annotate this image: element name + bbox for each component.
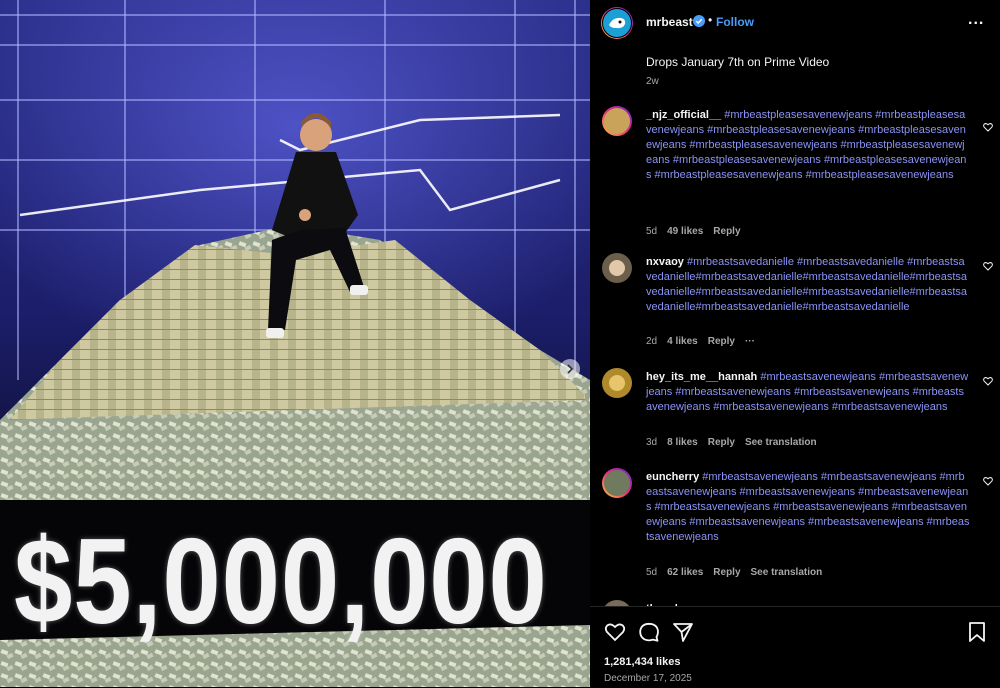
author-avatar[interactable] — [601, 7, 633, 39]
heart-icon[interactable] — [983, 261, 993, 271]
chevron-right-icon — [567, 364, 574, 374]
prize-amount-text: $5,000,000 — [14, 513, 548, 649]
post-caption: Drops January 7th on Prime Video — [646, 55, 830, 69]
commenter-username[interactable]: euncherry — [646, 471, 699, 483]
commenter-username[interactable]: _njz_official__ — [646, 109, 721, 121]
comment-meta: 5d 62 likes Reply See translation — [646, 567, 822, 578]
reply-button[interactable]: Reply — [708, 336, 735, 347]
post-date: December 17, 2025 — [604, 673, 692, 684]
comment-likes[interactable]: 62 likes — [667, 567, 703, 578]
comment-meta: 2d 4 likes Reply ··· — [646, 336, 755, 347]
comment-text: euncherry #mrbeastsavenewjeans #mrbeasts… — [646, 470, 970, 545]
see-translation-button[interactable]: See translation — [745, 437, 817, 448]
post-actions-bar: 1,281,434 likes December 17, 2025 — [590, 606, 1000, 688]
commenter-avatar[interactable] — [602, 253, 632, 283]
bookmark-icon[interactable] — [966, 621, 988, 643]
comment-likes[interactable]: 4 likes — [667, 336, 698, 347]
comment-age: 2d — [646, 336, 658, 347]
comment-list[interactable]: _njz_official__ #mrbeastpleasesavenewjea… — [590, 98, 1000, 606]
comment-text: nxvaoy #mrbeastsavedanielle #mrbeastsave… — [646, 255, 970, 315]
comment-age: 3d — [646, 437, 658, 448]
comment-more-button[interactable]: ··· — [745, 336, 755, 347]
comment-meta: 5d 49 likes Reply — [646, 226, 741, 237]
post-side-panel: mrbeast • Follow ... Drops January 7th o… — [590, 0, 1000, 688]
share-icon[interactable] — [672, 621, 694, 643]
commenter-avatar[interactable] — [602, 468, 632, 498]
comment-text: _njz_official__ #mrbeastpleasesavenewjea… — [646, 108, 970, 183]
comment-age: 5d — [646, 226, 658, 237]
comment-likes[interactable]: 49 likes — [667, 226, 703, 237]
beast-logo-icon — [609, 17, 626, 29]
post-media[interactable]: $5,000,000 — [0, 0, 590, 687]
heart-icon[interactable] — [604, 621, 626, 643]
follow-button[interactable]: Follow — [716, 15, 754, 29]
post-like-count[interactable]: 1,281,434 likes — [604, 656, 680, 668]
heart-icon[interactable] — [983, 122, 993, 132]
comment-text: hey_its_me__hannah #mrbeastsavenewjeans … — [646, 370, 970, 415]
commenter-avatar[interactable] — [602, 368, 632, 398]
next-media-button[interactable] — [560, 359, 580, 379]
verified-badge-icon — [693, 15, 705, 27]
comment-meta: 3d 8 likes Reply See translation — [646, 437, 817, 448]
more-options-button[interactable]: ... — [968, 11, 984, 29]
commenter-username[interactable]: nxvaoy — [646, 256, 684, 268]
reply-button[interactable]: Reply — [713, 226, 740, 237]
author-username[interactable]: mrbeast — [646, 15, 693, 29]
heart-icon[interactable] — [983, 476, 993, 486]
see-translation-button[interactable]: See translation — [751, 567, 823, 578]
heart-icon[interactable] — [983, 376, 993, 386]
commenter-username[interactable]: hey_its_me__hannah — [646, 371, 757, 383]
reply-button[interactable]: Reply — [708, 437, 735, 448]
reply-button[interactable]: Reply — [713, 567, 740, 578]
comment-icon[interactable] — [638, 621, 660, 643]
comment-likes[interactable]: 8 likes — [667, 437, 698, 448]
comment-age: 5d — [646, 567, 658, 578]
caption-age: 2w — [646, 76, 659, 87]
comment-hashtags[interactable]: #mrbeastsavedanielle #mrbeastsavedaniell… — [646, 256, 967, 313]
post-header: mrbeast • Follow ... — [590, 0, 1000, 46]
header-separator: • — [708, 13, 713, 27]
commenter-avatar[interactable] — [602, 106, 632, 136]
